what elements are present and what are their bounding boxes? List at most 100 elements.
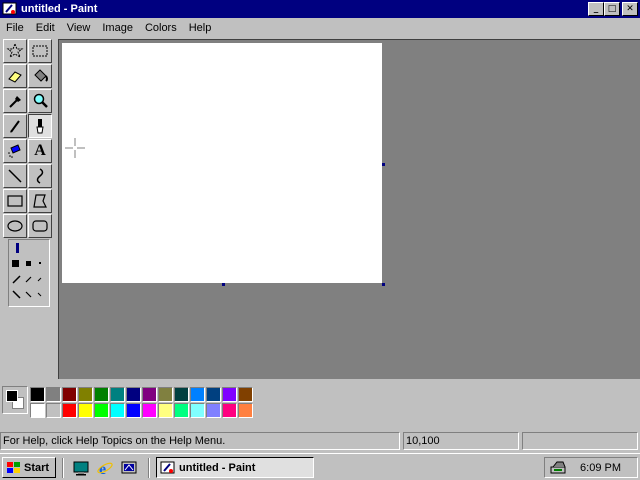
status-size — [522, 432, 638, 450]
airbrush-icon — [8, 144, 21, 158]
color-swatch[interactable] — [78, 403, 93, 418]
windows-logo-icon — [7, 461, 20, 473]
window-controls: _ □ ✕ — [588, 2, 638, 16]
close-button[interactable]: ✕ — [622, 2, 638, 16]
color-swatch[interactable] — [142, 387, 157, 402]
color-swatch[interactable] — [94, 387, 109, 402]
color-swatch[interactable] — [30, 403, 45, 418]
color-swatch[interactable] — [126, 387, 141, 402]
color-swatch[interactable] — [206, 403, 221, 418]
star-select-icon — [6, 42, 24, 59]
tool-pick-color[interactable] — [3, 89, 27, 113]
rect-select-icon — [32, 45, 48, 57]
maximize-button[interactable]: □ — [604, 2, 620, 16]
tool-polygon[interactable] — [28, 189, 52, 213]
tool-rounded-rectangle[interactable] — [28, 214, 52, 238]
color-swatch[interactable] — [190, 403, 205, 418]
tool-line[interactable] — [3, 164, 27, 188]
color-swatch[interactable] — [222, 387, 237, 402]
brush-option-square-medium[interactable] — [26, 261, 31, 266]
color-swatch[interactable] — [238, 387, 253, 402]
color-palette — [30, 387, 254, 419]
eraser-icon — [8, 71, 22, 83]
brush-options-panel — [8, 239, 50, 307]
start-button[interactable]: Start — [2, 457, 56, 478]
color-swatch[interactable] — [30, 387, 45, 402]
tool-ellipse[interactable] — [3, 214, 27, 238]
menu-file[interactable]: File — [0, 18, 30, 38]
color-swatch[interactable] — [206, 387, 221, 402]
color-box — [0, 382, 640, 430]
color-swatch[interactable] — [62, 387, 77, 402]
ellipse-icon — [7, 220, 23, 232]
taskbar-button-paint[interactable]: untitled - Paint — [156, 457, 314, 478]
taskbar: Start e untitled - Paint 6:09 PM — [0, 453, 640, 480]
color-swatch[interactable] — [110, 403, 125, 418]
color-swatch[interactable] — [190, 387, 205, 402]
brush-option-square-small[interactable] — [39, 262, 41, 264]
menu-image[interactable]: Image — [96, 18, 139, 38]
resize-handle-bottom[interactable] — [222, 283, 225, 286]
resize-handle-right[interactable] — [382, 163, 385, 166]
brush-option-square-large[interactable] — [12, 260, 19, 267]
color-swatch[interactable] — [110, 387, 125, 402]
paint-bucket-icon — [34, 69, 48, 82]
color-swatch[interactable] — [158, 387, 173, 402]
foreground-color-swatch — [6, 390, 18, 402]
brush-shapes-icon — [12, 243, 42, 299]
tool-box: A — [2, 39, 54, 309]
crosshair-cursor-icon — [65, 138, 85, 158]
tool-airbrush[interactable] — [3, 139, 27, 163]
status-coordinates: 10,100 — [403, 432, 519, 450]
brush-option-selected[interactable] — [16, 243, 19, 253]
color-swatch[interactable] — [46, 387, 61, 402]
window-title: untitled - Paint — [21, 3, 98, 15]
current-colors — [2, 386, 28, 414]
line-icon — [8, 169, 22, 183]
tool-pencil[interactable] — [3, 114, 27, 138]
paint-app-icon — [2, 2, 17, 15]
tool-select[interactable] — [28, 39, 52, 63]
minimize-button[interactable]: _ — [588, 2, 604, 16]
color-swatch[interactable] — [94, 403, 109, 418]
color-swatch[interactable] — [62, 403, 77, 418]
start-label: Start — [24, 461, 50, 474]
color-swatch[interactable] — [78, 387, 93, 402]
status-help-text: For Help, click Help Topics on the Help … — [0, 432, 400, 450]
system-tray: 6:09 PM — [544, 457, 638, 478]
tool-curve[interactable] — [28, 164, 52, 188]
desktop-icon[interactable] — [72, 459, 90, 477]
tool-eraser[interactable] — [3, 64, 27, 88]
clock[interactable]: 6:09 PM — [580, 462, 621, 474]
color-swatch[interactable] — [158, 403, 173, 418]
color-swatch[interactable] — [46, 403, 61, 418]
tool-magnifier[interactable] — [28, 89, 52, 113]
drawing-canvas[interactable] — [62, 43, 382, 283]
svg-text:e: e — [99, 461, 106, 477]
menu-help[interactable]: Help — [183, 18, 218, 38]
tool-rectangle[interactable] — [3, 189, 27, 213]
menu-view[interactable]: View — [61, 18, 97, 38]
task-scheduler-icon[interactable] — [549, 460, 567, 476]
pencil-icon — [10, 120, 20, 133]
tool-text[interactable]: A — [28, 139, 52, 163]
color-swatch[interactable] — [142, 403, 157, 418]
menu-bar: File Edit View Image Colors Help — [0, 18, 640, 38]
color-swatch[interactable] — [126, 403, 141, 418]
tool-fill-with-color[interactable] — [28, 64, 52, 88]
tool-free-form-select[interactable] — [3, 39, 27, 63]
canvas-workspace[interactable] — [58, 39, 640, 379]
channels-icon[interactable] — [120, 459, 138, 477]
eyedropper-icon — [9, 96, 21, 108]
resize-handle-corner[interactable] — [382, 283, 385, 286]
color-swatch[interactable] — [174, 387, 189, 402]
menu-edit[interactable]: Edit — [30, 18, 61, 38]
color-swatch[interactable] — [222, 403, 237, 418]
menu-colors[interactable]: Colors — [139, 18, 183, 38]
color-swatch[interactable] — [174, 403, 189, 418]
taskbar-separator — [62, 458, 64, 478]
tool-brush[interactable] — [28, 114, 52, 138]
internet-explorer-icon[interactable]: e — [96, 459, 114, 477]
title-bar[interactable]: untitled - Paint _ □ ✕ — [0, 0, 640, 18]
color-swatch[interactable] — [238, 403, 253, 418]
